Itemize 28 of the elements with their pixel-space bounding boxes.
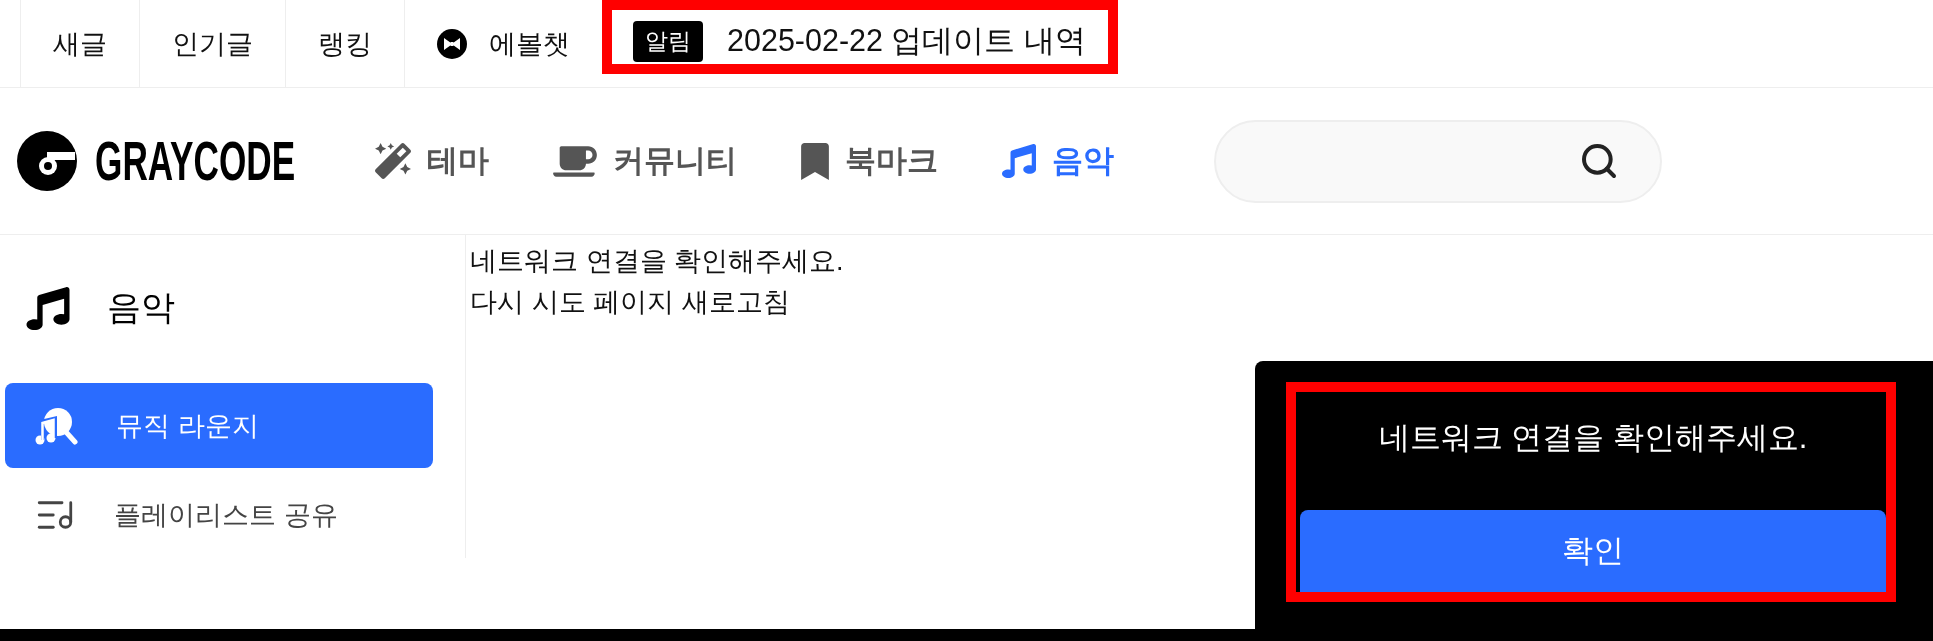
music-search-icon [34,406,78,445]
sidebar-item[interactable]: 뮤직 라운지 [5,383,433,468]
notice-title: 2025-02-22 업데이트 내역 [727,21,1086,59]
mug-icon [553,143,597,179]
confirm-button[interactable]: 확인 [1300,510,1886,592]
bowtie-icon [437,28,467,59]
logo-wordmark[interactable]: GRAYCODE [95,136,296,186]
nav-link[interactable]: 커뮤니티 [553,140,737,182]
toast-message: 네트워크 연결을 확인해주세요. [1377,419,1809,457]
notice-badge: 알림 [633,20,703,62]
magic-wand-icon [375,143,411,179]
bookmark-icon [801,142,829,180]
nav-link[interactable]: 테마 [375,140,489,182]
top-nav-link[interactable]: 새글 [20,0,139,87]
nav-link[interactable]: 북마크 [801,140,938,182]
top-nav-link[interactable]: 인기글 [139,0,285,87]
search-icon[interactable] [1579,141,1619,181]
music-note-icon [1002,144,1036,178]
sidebar-title: 음악 [107,287,175,328]
music-note-icon [25,286,71,330]
sidebar-item[interactable]: 플레이리스트 공유 [5,472,433,557]
logo-icon[interactable] [17,131,77,191]
top-nav-link[interactable]: 에볼챗 [404,0,602,87]
notice-link[interactable]: 알림 2025-02-22 업데이트 내역 [633,20,1086,62]
status-message: 다시 시도 페이지 새로고침 [470,286,791,319]
status-message: 네트워크 연결을 확인해주세요. [470,245,844,278]
top-nav-link[interactable]: 랭킹 [285,0,404,87]
nav-link[interactable]: 음악 [1002,140,1114,182]
